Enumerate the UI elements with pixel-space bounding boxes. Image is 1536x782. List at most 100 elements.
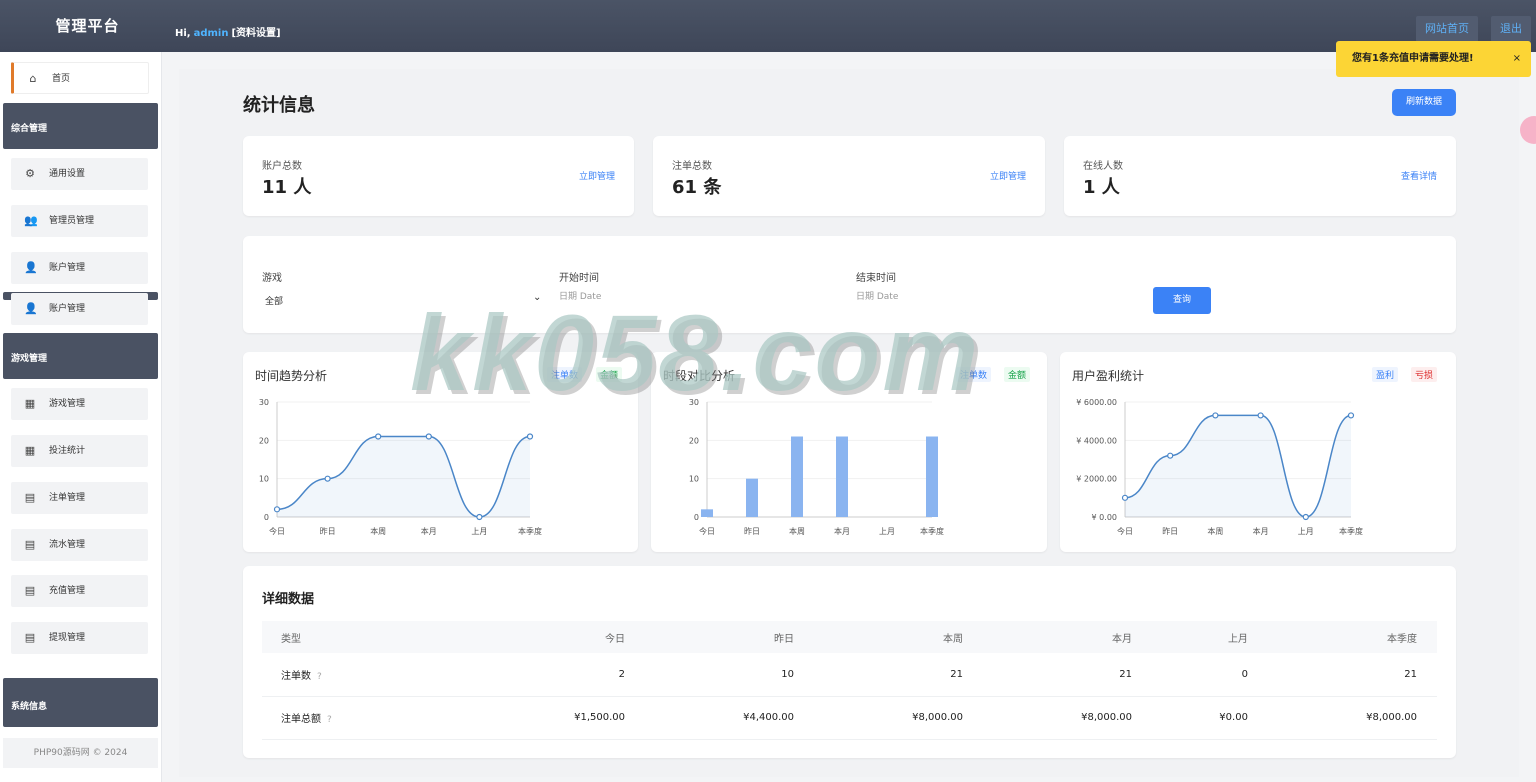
col-header-yesterday: 昨日 (645, 621, 814, 653)
x-tick-label: 本月 (1253, 526, 1269, 536)
x-tick-label: 本周 (370, 526, 386, 536)
sidebar-item-admin-management[interactable]: 👥 管理员管理 (11, 205, 148, 237)
sidebar-item-game-management[interactable]: ▦ 游戏管理 (11, 388, 148, 420)
cell: ¥0.00 (1152, 696, 1268, 740)
sidebar-group-game[interactable]: 游戏管理 (3, 333, 158, 379)
detail-table-card: 详细数据 类型 今日 昨日 本周 本月 上月 本季度 注单数? 2 10 21 … (243, 566, 1456, 758)
site-home-button[interactable]: 网站首页 (1416, 16, 1478, 42)
bar (926, 436, 938, 517)
game-select[interactable]: 全部 ⌄ (265, 292, 545, 307)
cell: 10 (645, 653, 814, 697)
sidebar-group-general[interactable]: 综合管理 (3, 103, 158, 149)
sidebar-item-general-settings[interactable]: ⚙ 通用设置 (11, 158, 148, 190)
sidebar-group-system[interactable]: 系统信息 (3, 678, 158, 727)
filter-panel: 游戏 全部 ⌄ 开始时间 日期 Date 结束时间 日期 Date 查询 (243, 236, 1456, 333)
start-date-input[interactable]: 日期 Date (559, 289, 601, 302)
stat-details-link[interactable]: 查看详情 (1401, 169, 1437, 182)
sidebar-item-account-management[interactable]: 👤 账户管理 (11, 252, 148, 284)
sidebar-item-home[interactable]: ⌂ 首页 (11, 62, 149, 94)
cell: ¥8,000.00 (814, 696, 983, 740)
sidebar-item-flow-management[interactable]: ▤ 流水管理 (11, 529, 148, 561)
y-tick-label: ¥ 6000.00 (1076, 398, 1117, 407)
profile-settings-link[interactable]: [资料设置] (231, 28, 280, 39)
chart-card-trend: 时间趋势分析 注单数 金额 0 10 20 30 今日 昨日 本周 本月 上月 本季度 (243, 352, 638, 552)
cell: ¥1,500.00 (476, 696, 645, 740)
stat-value: 1 人 (1083, 177, 1120, 198)
notification-toast[interactable]: 您有1条充值申请需要处理! × (1336, 41, 1531, 77)
refresh-button[interactable]: 刷新数据 (1392, 89, 1456, 116)
x-tick-label: 今日 (269, 526, 285, 536)
close-icon[interactable]: × (1513, 41, 1521, 77)
cell: ¥8,000.00 (983, 696, 1152, 740)
floating-widget-icon[interactable] (1520, 116, 1536, 144)
username-link[interactable]: admin (194, 28, 229, 39)
cell: 21 (814, 653, 983, 697)
col-header-this-month: 本月 (983, 621, 1152, 653)
data-point (526, 433, 534, 440)
users-icon: 👥 (24, 214, 38, 227)
bar (836, 436, 848, 517)
y-tick-label: 30 (689, 398, 699, 407)
logout-button[interactable]: 退出 (1491, 16, 1531, 42)
sidebar-item-withdraw-management[interactable]: ▤ 提现管理 (11, 622, 148, 654)
period-bar-chart: 0 10 20 30 今日 昨日 本周 本月 上月 本季度 (689, 398, 944, 536)
chart-card-profit: 用户盈利统计 盈利 亏损 ¥ 0.00 ¥ 2000.00 ¥ 4000.00 ¥ 6… (1060, 352, 1456, 552)
data-point (324, 475, 331, 482)
table-row: 注单数? 2 10 21 21 0 21 (262, 653, 1437, 697)
stat-label: 注单总数 (672, 161, 712, 172)
data-point (1212, 412, 1219, 419)
bar (791, 436, 803, 517)
x-tick-label: 本周 (1207, 526, 1223, 536)
sidebar-item-bet-stats[interactable]: ▦ 投注统计 (11, 435, 148, 467)
x-tick-label: 上月 (471, 527, 487, 536)
x-tick-label: 昨日 (744, 526, 760, 536)
cell: 2 (476, 653, 645, 697)
sidebar-item-order-management[interactable]: ▤ 注单管理 (11, 482, 148, 514)
stat-label: 在线人数 (1083, 161, 1123, 172)
sidebar-item-label: 管理员管理 (49, 216, 95, 226)
help-icon[interactable]: ? (317, 672, 322, 682)
cell: 21 (983, 653, 1152, 697)
stat-manage-link[interactable]: 立即管理 (990, 169, 1026, 182)
stat-value: 61 条 (672, 177, 722, 198)
user-icon: 👤 (24, 302, 38, 315)
data-point (1121, 494, 1129, 501)
col-header-last-month: 上月 (1152, 621, 1268, 653)
gear-icon: ⚙ (25, 167, 35, 180)
col-header-this-quarter: 本季度 (1267, 621, 1437, 653)
x-tick-label: 本季度 (920, 526, 944, 536)
stat-card-orders: 注单总数 61 条 立即管理 (653, 136, 1045, 216)
x-tick-label: 上月 (1298, 527, 1314, 536)
table-header-row: 类型 今日 昨日 本周 本月 上月 本季度 (262, 621, 1437, 653)
col-header-today: 今日 (476, 621, 645, 653)
table-row: 注单总额? ¥1,500.00 ¥4,400.00 ¥8,000.00 ¥8,0… (262, 696, 1437, 740)
chart-card-period: 时段对比分析 注单数 金额 0 10 20 30 今日 昨日 本周 本月 上月 本季度 (651, 352, 1047, 552)
x-tick-label: 本月 (834, 526, 850, 536)
col-header-this-week: 本周 (814, 621, 983, 653)
end-time-label: 结束时间 (856, 273, 896, 284)
home-icon: ⌂ (29, 72, 37, 85)
end-date-input[interactable]: 日期 Date (856, 289, 898, 302)
grid-icon: ▦ (24, 444, 36, 457)
sidebar-item-label: 账户管理 (49, 263, 86, 273)
sidebar-item-account-management-2[interactable]: 👤 账户管理 (11, 293, 148, 325)
data-point (1347, 412, 1355, 419)
x-tick-label: 昨日 (320, 526, 336, 536)
bar (746, 478, 758, 517)
stat-value: 11 人 (262, 177, 312, 198)
y-tick-label: 0 (694, 513, 699, 522)
sidebar-item-recharge-management[interactable]: ▤ 充值管理 (11, 575, 148, 607)
help-icon[interactable]: ? (327, 715, 332, 725)
data-point (1302, 513, 1309, 521)
sidebar-item-label: 投注统计 (49, 446, 86, 456)
sidebar-item-label: 注单管理 (49, 493, 86, 503)
row-type: 注单总额? (262, 696, 476, 740)
bar (701, 509, 713, 517)
document-icon: ▤ (24, 584, 36, 597)
stat-manage-link[interactable]: 立即管理 (579, 169, 615, 182)
grid-icon: ▦ (24, 397, 36, 410)
query-button[interactable]: 查询 (1153, 287, 1211, 314)
game-label: 游戏 (262, 273, 282, 284)
y-tick-label: 20 (689, 436, 699, 445)
user-icon: 👤 (24, 261, 38, 274)
